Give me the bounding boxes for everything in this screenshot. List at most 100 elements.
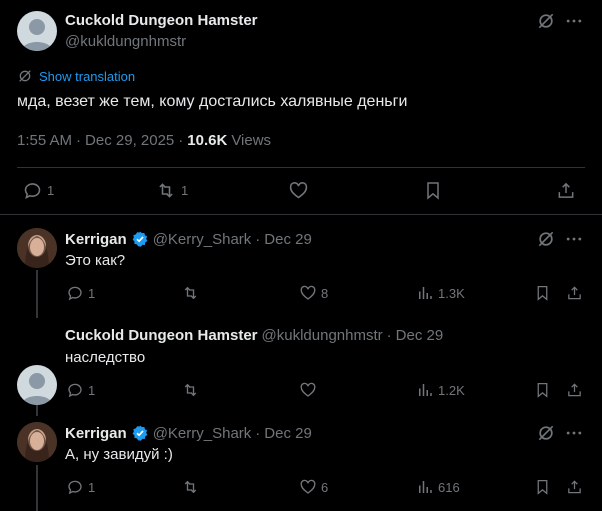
views-count: 1.3K (438, 285, 465, 301)
author-name[interactable]: Kerrigan (65, 425, 127, 442)
translate-icon (17, 68, 33, 84)
reply-header: Kerrigan @Kerry_Shark · Dec 29 (65, 424, 312, 442)
reply-count: 1 (88, 382, 96, 398)
reply-button[interactable]: 1 (22, 180, 54, 201)
views-button[interactable]: 616 (416, 478, 460, 496)
repost-button[interactable] (181, 478, 200, 496)
author-handle[interactable]: @Kerry_Shark (153, 425, 252, 442)
reply-header: Kerrigan @Kerry_Shark · Dec 29 (65, 230, 312, 248)
bookmark-button[interactable] (534, 478, 551, 496)
more-icon[interactable] (564, 229, 584, 249)
bookmark-button[interactable] (534, 284, 551, 302)
share-button[interactable] (556, 180, 576, 201)
share-icon (566, 284, 583, 302)
share-icon (566, 478, 583, 496)
reply-button[interactable]: 1 (66, 381, 95, 399)
repost-icon (181, 381, 200, 399)
share-icon (566, 381, 583, 399)
author-handle[interactable]: @kukldungnhmstr (262, 327, 383, 344)
reply-header: Cuckold Dungeon Hamster @kukldungnhmstr … (65, 327, 443, 344)
show-translation-link[interactable]: Show translation (17, 68, 135, 84)
bookmark-icon (534, 478, 551, 496)
post-date[interactable]: Dec 29 (264, 425, 312, 442)
verified-badge-icon (131, 230, 149, 248)
post-text: мда, везет же тем, кому достались халявн… (17, 93, 408, 110)
views-count: 616 (438, 479, 460, 495)
repost-button[interactable] (181, 381, 200, 399)
like-button[interactable]: 6 (299, 478, 328, 496)
like-button[interactable]: 8 (299, 284, 328, 302)
repost-icon (155, 180, 177, 201)
meta-separator: · (255, 230, 261, 248)
reply-count: 1 (47, 183, 55, 198)
post-date[interactable]: Dec 29 (264, 231, 312, 248)
author-name[interactable]: Kerrigan (65, 231, 127, 248)
bookmark-icon (534, 381, 551, 399)
avatar[interactable] (17, 228, 57, 268)
repost-button[interactable] (181, 284, 200, 302)
repost-button[interactable]: 1 (155, 180, 188, 201)
more-icon[interactable] (564, 423, 584, 443)
views-chart-icon (416, 284, 434, 302)
verified-badge-icon (131, 424, 149, 442)
reply-button[interactable]: 1 (66, 284, 95, 302)
reply-icon (66, 381, 84, 399)
post-date[interactable]: Dec 29, 2025 (85, 132, 174, 149)
heart-icon (299, 478, 317, 496)
views-label: Views (231, 132, 272, 149)
author-name[interactable]: Cuckold Dungeon Hamster (65, 12, 258, 29)
more-icon[interactable] (564, 11, 584, 31)
reply-icon (66, 478, 84, 496)
divider (17, 167, 585, 168)
grok-icon[interactable] (536, 229, 556, 249)
post-text: Это как? (65, 252, 126, 269)
post-text: А, ну завидуй :) (65, 446, 173, 463)
avatar[interactable] (17, 422, 57, 462)
repost-count: 1 (181, 183, 189, 198)
share-button[interactable] (566, 381, 583, 399)
like-button[interactable] (288, 180, 309, 201)
share-icon (556, 180, 576, 201)
repost-icon (181, 478, 200, 496)
author-handle[interactable]: @kukldungnhmstr (65, 33, 186, 50)
like-button[interactable] (299, 381, 317, 399)
author-handle[interactable]: @Kerry_Shark (153, 231, 252, 248)
avatar[interactable] (17, 365, 57, 405)
author-name[interactable]: Cuckold Dungeon Hamster (65, 327, 258, 344)
grok-icon[interactable] (536, 11, 556, 31)
divider (0, 214, 602, 215)
bookmark-button[interactable] (534, 381, 551, 399)
meta-separator: · (178, 132, 184, 149)
meta-separator: · (386, 327, 392, 344)
like-count: 6 (321, 479, 329, 495)
reply-icon (66, 284, 84, 302)
heart-icon (299, 284, 317, 302)
share-button[interactable] (566, 284, 583, 302)
reply-count: 1 (88, 479, 96, 495)
post-text: наследство (65, 349, 146, 366)
meta-separator: · (255, 424, 261, 442)
views-button[interactable]: 1.2K (416, 381, 465, 399)
bookmark-icon (534, 284, 551, 302)
grok-icon[interactable] (536, 423, 556, 443)
post-meta: 1:55 AM · Dec 29, 2025 · 10.6K Views (17, 132, 271, 149)
meta-separator: · (76, 132, 82, 149)
repost-icon (181, 284, 200, 302)
avatar[interactable] (17, 11, 57, 51)
reply-count: 1 (88, 285, 96, 301)
views-count: 10.6K (187, 132, 228, 149)
post-time[interactable]: 1:55 AM (17, 132, 72, 149)
bookmark-icon (423, 180, 443, 201)
like-count: 8 (321, 285, 329, 301)
thread-line (36, 465, 38, 511)
views-chart-icon (416, 478, 434, 496)
post-date[interactable]: Dec 29 (396, 327, 444, 344)
reply-button[interactable]: 1 (66, 478, 95, 496)
views-button[interactable]: 1.3K (416, 284, 465, 302)
share-button[interactable] (566, 478, 583, 496)
views-count: 1.2K (438, 382, 465, 398)
show-translation-label[interactable]: Show translation (39, 69, 135, 84)
thread-line (36, 270, 38, 318)
bookmark-button[interactable] (423, 180, 443, 201)
reply-icon (22, 180, 43, 201)
